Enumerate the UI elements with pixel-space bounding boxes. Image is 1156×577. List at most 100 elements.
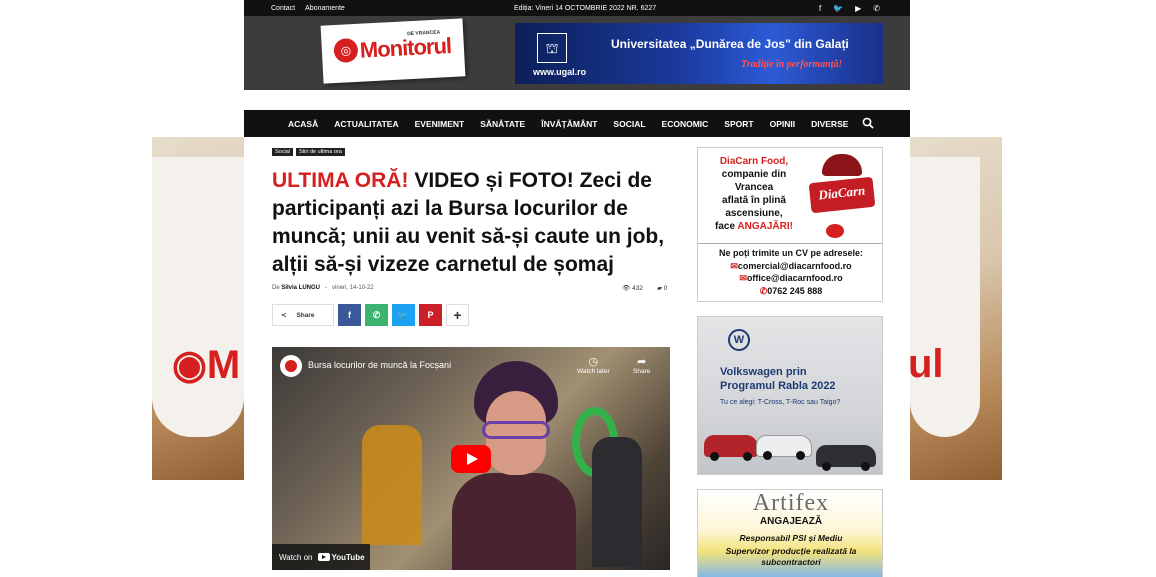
play-button[interactable] xyxy=(451,445,491,473)
video-share-button[interactable]: ➦ Share xyxy=(633,355,650,375)
background-left-decoration: ◉M xyxy=(152,137,244,480)
social-links: f 🐦 ▶ ✆ xyxy=(819,4,880,13)
twitter-icon[interactable]: 🐦 xyxy=(833,4,843,13)
background-right-decoration: ul xyxy=(910,137,1002,480)
views-value: 432 xyxy=(632,285,643,292)
vw-line-2: Programul Rabla 2022 xyxy=(720,380,836,392)
views-count: 👁 432 xyxy=(622,284,643,292)
video-bg-person-1 xyxy=(362,425,422,545)
banner-url: www.ugal.ro xyxy=(533,67,587,77)
watch-later-button[interactable]: ◷ Watch later xyxy=(577,355,610,375)
diacarn-line-5: ascensiune, xyxy=(725,208,783,219)
banner-title: Universitatea „Dunărea de Jos" din Galaț… xyxy=(611,37,849,51)
vw-tagline: Tu ce alegi: T-Cross, T-Roc sau Taigo? xyxy=(720,399,841,406)
car-white xyxy=(756,435,812,460)
pointing-hand-icon xyxy=(826,224,844,238)
youtube-icon xyxy=(317,553,330,561)
header: ◎ DE VRANCEA Monitorul ⛫ Universitatea „… xyxy=(244,16,910,90)
channel-avatar[interactable] xyxy=(280,355,302,377)
university-crest-icon: ⛫ xyxy=(537,33,567,63)
meta-separator: - xyxy=(325,285,328,291)
wheel xyxy=(796,451,805,460)
tag-social[interactable]: Social xyxy=(272,148,293,156)
search-icon[interactable] xyxy=(862,117,874,129)
share-button[interactable]: ≺ Share xyxy=(272,304,334,326)
header-banner-ad[interactable]: ⛫ Universitatea „Dunărea de Jos" din Gal… xyxy=(515,23,883,84)
diacarn-hiring: ANGAJĂRI! xyxy=(737,221,793,232)
watch-on-youtube-button[interactable]: Watch on YouTube xyxy=(272,544,370,570)
video-player[interactable]: Bursa locurilor de muncă la Focșani ◷ Wa… xyxy=(272,347,670,570)
sidebar-ad-diacarn[interactable]: DiaCarn Food, companie din Vrancea aflat… xyxy=(697,147,883,302)
comments-count[interactable]: ▰ 0 xyxy=(657,284,667,292)
comment-icon: ▰ xyxy=(656,285,662,292)
subscriptions-link[interactable]: Abonamente xyxy=(305,5,345,12)
whatsapp-icon: ✆ xyxy=(372,309,381,320)
video-bg-person-2 xyxy=(592,437,642,567)
nav-item-social[interactable]: SOCIAL xyxy=(605,119,653,129)
diacarn-line-4: aflată în plină xyxy=(722,195,786,206)
coffee-cup-left xyxy=(152,157,244,437)
main-content: Social Stiri de ultima ora ULTIMA ORĂ! V… xyxy=(244,137,910,577)
vw-line-1: Volkswagen prin xyxy=(720,366,807,378)
watch-on-label: Watch on xyxy=(279,552,313,562)
twitter-icon: 🐦 xyxy=(397,309,410,320)
wheel xyxy=(743,452,752,461)
sidebar-ad-volkswagen[interactable]: W Volkswagen prin Programul Rabla 2022 T… xyxy=(697,316,883,475)
author-link[interactable]: Silvia LUNGU xyxy=(281,285,320,291)
edition-info: Ediția: Vineri 14 OCTOMBRIE 2022 NR. 622… xyxy=(514,4,657,12)
diacarn-line-2: companie din xyxy=(721,169,787,180)
whatsapp-icon[interactable]: ✆ xyxy=(873,4,880,13)
nav-item-opinii[interactable]: OPINII xyxy=(762,119,804,129)
pinterest-icon: P xyxy=(427,310,434,320)
nav-item-invatamant[interactable]: ÎNVĂȚĂMÂNT xyxy=(533,119,605,129)
article-headline: ULTIMA ORĂ! VIDEO și FOTO! Zeci de parti… xyxy=(272,167,672,279)
share-pinterest-button[interactable]: P xyxy=(419,304,442,326)
nav-item-sport[interactable]: SPORT xyxy=(716,119,761,129)
phone-number: 0762 245 888 xyxy=(767,285,823,296)
top-links: Contact Abonamente xyxy=(271,5,345,12)
share-more-button[interactable]: + xyxy=(446,304,469,326)
nav-item-actualitatea[interactable]: ACTUALITATEA xyxy=(326,119,406,129)
artifex-logo: Artifex xyxy=(752,490,830,516)
contact-title: Ne poți trimite un CV pe adresele: xyxy=(718,248,864,258)
nav-item-economic[interactable]: ECONOMIC xyxy=(654,119,717,129)
share-twitter-button[interactable]: 🐦 xyxy=(392,304,415,326)
article-tags: Social Stiri de ultima ora xyxy=(272,148,345,156)
car-red xyxy=(704,435,758,461)
wheel xyxy=(710,452,719,461)
share-icon: ≺ xyxy=(281,312,287,319)
top-bar: Contact Abonamente Ediția: Vineri 14 OCT… xyxy=(244,0,910,16)
sidebar-ad-artifex[interactable]: Artifex ANGAJEAZĂ Responsabil PSI și Med… xyxy=(697,489,883,577)
youtube-logo: YouTube xyxy=(317,553,365,562)
share-bar: ≺ Share f ✆ 🐦 P + xyxy=(272,304,469,326)
nav-item-sanatate[interactable]: SĂNĂTATE xyxy=(472,119,533,129)
cup-logo-left: ◉M xyxy=(172,343,241,387)
email-1: comercial@diacarnfood.ro xyxy=(737,260,852,271)
nav-item-acasa[interactable]: ACASĂ xyxy=(280,119,326,129)
artifex-position-2-line-1: Supervizor producție realizată la xyxy=(725,546,857,556)
tag-latest-news[interactable]: Stiri de ultima ora xyxy=(295,148,345,156)
wheel xyxy=(861,462,870,471)
diacarn-logo: DiaCarn xyxy=(808,176,876,214)
contact-link[interactable]: Contact xyxy=(271,5,295,12)
nav-item-diverse[interactable]: DIVERSE xyxy=(803,119,856,129)
volkswagen-logo-icon: W xyxy=(728,329,750,351)
diacarn-line-3: Vrancea xyxy=(734,182,774,193)
artifex-position-2-line-2: subcontractori xyxy=(761,557,821,567)
article-counts: 👁 432 ▰ 0 xyxy=(622,284,667,292)
facebook-icon[interactable]: f xyxy=(819,4,821,13)
share-label: Share xyxy=(296,311,315,319)
share-whatsapp-button[interactable]: ✆ xyxy=(365,304,388,326)
facebook-icon: f xyxy=(348,310,351,320)
wheel xyxy=(822,462,831,471)
logo-globe-icon: ◎ xyxy=(333,37,359,64)
youtube-icon[interactable]: ▶ xyxy=(855,4,861,13)
person-glasses xyxy=(482,421,550,439)
video-share-label: Share xyxy=(633,368,651,375)
nav-item-eveniment[interactable]: EVENIMENT xyxy=(407,119,473,129)
site-logo[interactable]: ◎ DE VRANCEA Monitorul xyxy=(320,18,466,84)
car-black xyxy=(816,445,876,471)
diacarn-contact: Ne poți trimite un CV pe adresele: ✉come… xyxy=(698,247,882,297)
share-facebook-button[interactable]: f xyxy=(338,304,361,326)
video-title[interactable]: Bursa locurilor de muncă la Focșani xyxy=(308,360,451,370)
